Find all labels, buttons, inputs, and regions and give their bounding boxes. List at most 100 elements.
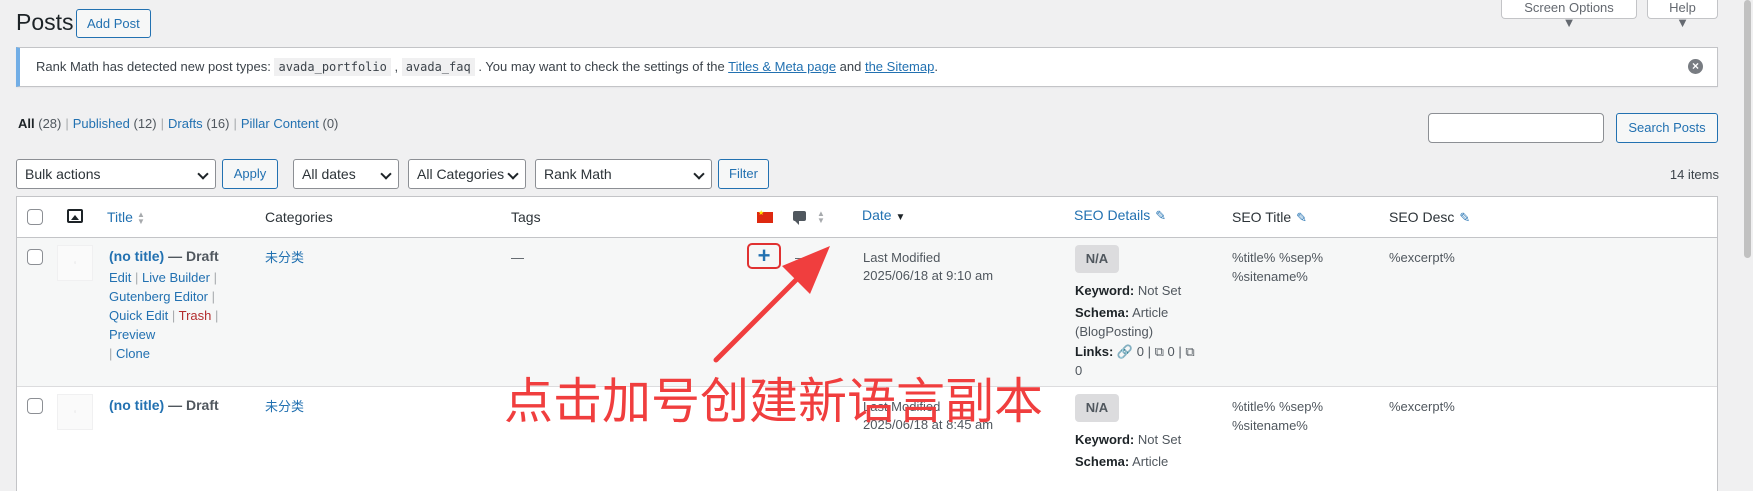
titles-meta-link[interactable]: Titles & Meta page [728, 59, 836, 74]
table-row: ◦ (no title) — Draft Edit | Live Builder… [17, 238, 1717, 387]
row-actions: Edit | Live Builder | Gutenberg Editor |… [109, 270, 219, 361]
pencil-icon[interactable]: ✎ [1296, 210, 1307, 226]
apply-button[interactable]: Apply [222, 159, 278, 189]
links-internal: 0 [1136, 344, 1144, 359]
help-label: Help [1669, 0, 1696, 15]
external-link-icon: ⧉ [1154, 344, 1164, 359]
view-all-count: (28) [38, 116, 62, 131]
seo-title-line2: %sitename% [1232, 269, 1308, 284]
post-title-text: (no title) [109, 248, 165, 264]
notice-code-faq: avada_faq [401, 58, 475, 76]
notice-and: and [836, 59, 865, 74]
column-seo-desc: SEO Desc ✎ [1389, 209, 1470, 226]
column-title[interactable]: Title ▲ ▼ [107, 209, 145, 226]
post-title[interactable]: (no title) — Draft [109, 248, 219, 264]
view-published[interactable]: Published (12) [73, 116, 157, 131]
help-tab[interactable]: Help ▼ [1647, 0, 1718, 30]
notice-comma: , [390, 59, 402, 74]
post-status-views: All (28) | Published (12) | Drafts (16) | Pill… [18, 116, 339, 131]
sitemap-link[interactable]: the Sitemap [865, 59, 934, 74]
rank-math-select[interactable]: Rank Math [535, 159, 712, 189]
seo-desc-value: %excerpt% [1389, 250, 1455, 265]
comment-bubble-icon[interactable] [793, 211, 806, 225]
view-published-label: Published [72, 116, 130, 131]
column-seo-details[interactable]: SEO Details ✎ [1074, 207, 1166, 224]
dates-select[interactable]: All dates [293, 159, 399, 189]
pencil-icon[interactable]: ✎ [1459, 210, 1470, 226]
chevron-down-icon [693, 168, 705, 180]
view-pillar-content[interactable]: Pillar Content (0) [241, 116, 339, 131]
post-title[interactable]: (no title) — Draft [109, 397, 219, 413]
seo-links: Links: 🔗 0 | ⧉ 0 | ⧉ 0 [1075, 344, 1195, 378]
table-header: Title▲▼ Categories Tags ▲▼ Date ▼ SEO De… [17, 197, 1717, 238]
post-thumbnail: ◦ [57, 245, 93, 281]
bulk-actions-value: Bulk actions [25, 166, 101, 182]
view-drafts[interactable]: Drafts (16) [168, 116, 229, 131]
categories-select[interactable]: All Categories [408, 159, 526, 189]
schema-value-type: (BlogPosting) [1075, 324, 1154, 339]
column-seo-title: SEO Title ✎ [1232, 209, 1307, 226]
items-count: 14 items [1669, 167, 1719, 182]
row-checkbox[interactable] [27, 398, 43, 414]
seo-schema: Schema: Article [1075, 452, 1168, 471]
scrollbar-thumb[interactable] [1744, 0, 1751, 258]
preview-link[interactable]: Preview [109, 327, 155, 342]
add-post-button[interactable]: Add Post [76, 9, 151, 38]
chevron-down-icon [197, 168, 209, 180]
search-input[interactable] [1428, 113, 1604, 143]
keyword-value: Not Set [1134, 283, 1182, 298]
close-circle-icon[interactable]: × [1688, 59, 1703, 74]
schema-label: Schema: [1075, 305, 1130, 320]
schema-value: Article [1129, 305, 1169, 320]
links-external: 0 [1167, 344, 1175, 359]
seo-title-line1: %title% %sep% [1232, 250, 1324, 265]
view-published-count: (12) [133, 116, 157, 131]
live-builder-link[interactable]: Live Builder [142, 270, 210, 285]
rank-math-value: Rank Math [544, 166, 612, 182]
column-title-label: Title [107, 209, 133, 225]
keyword-value: Not Set [1134, 432, 1182, 447]
filter-button[interactable]: Filter [718, 159, 769, 189]
notice-end: . [934, 59, 938, 74]
post-category-link[interactable]: 未分类 [265, 397, 304, 416]
link-icon: 🔗 [1116, 344, 1134, 359]
gutenberg-editor-link[interactable]: Gutenberg Editor [109, 289, 208, 304]
incoming-link-icon: ⧉ [1185, 344, 1195, 359]
image-icon [67, 209, 83, 223]
select-all-checkbox[interactable] [27, 209, 43, 225]
chevron-down-icon [380, 168, 392, 180]
keyword-label: Keyword: [1075, 283, 1135, 298]
search-posts-button[interactable]: Search Posts [1616, 113, 1718, 143]
posts-table: Title▲▼ Categories Tags ▲▼ Date ▼ SEO De… [16, 196, 1718, 491]
keyword-label: Keyword: [1075, 432, 1135, 447]
post-category-link[interactable]: 未分类 [265, 248, 304, 267]
clone-link[interactable]: Clone [116, 346, 150, 361]
seo-desc-value: %excerpt% [1389, 399, 1455, 414]
column-seo-title-label: SEO Title [1232, 209, 1292, 225]
edit-link[interactable]: Edit [109, 270, 131, 285]
view-drafts-count: (16) [206, 116, 230, 131]
seo-score-badge: N/A [1075, 394, 1119, 422]
annotation-text: 点击加号创建新语言副本 [504, 373, 1044, 430]
post-title-text: (no title) [109, 397, 165, 413]
bulk-actions-select[interactable]: Bulk actions [16, 159, 216, 189]
screen-options-tab[interactable]: Screen Options ▼ [1501, 0, 1637, 30]
rank-math-notice: Rank Math has detected new post types: a… [16, 47, 1718, 87]
seo-title-value: %title% %sep% %sitename% [1232, 248, 1323, 286]
column-date-label: Date [862, 207, 892, 223]
quick-edit-link[interactable]: Quick Edit [109, 308, 168, 323]
column-date[interactable]: Date ▼ [862, 207, 905, 223]
view-all[interactable]: All (28) [18, 116, 61, 131]
trash-link[interactable]: Trash [179, 308, 212, 323]
seo-title-line2: %sitename% [1232, 418, 1308, 433]
view-pillar-count: (0) [322, 116, 339, 131]
sort-desc-icon: ▼ [895, 212, 906, 223]
post-thumbnail: ◦ [57, 394, 93, 430]
pencil-icon[interactable]: ✎ [1155, 208, 1166, 224]
annotation-arrow-icon [713, 246, 830, 363]
seo-keyword: Keyword: Not Set [1075, 430, 1181, 449]
notice-text-before: Rank Math has detected new post types: [36, 59, 275, 74]
post-state: — Draft [164, 397, 219, 413]
row-checkbox[interactable] [27, 249, 43, 265]
seo-score-badge: N/A [1075, 245, 1119, 273]
